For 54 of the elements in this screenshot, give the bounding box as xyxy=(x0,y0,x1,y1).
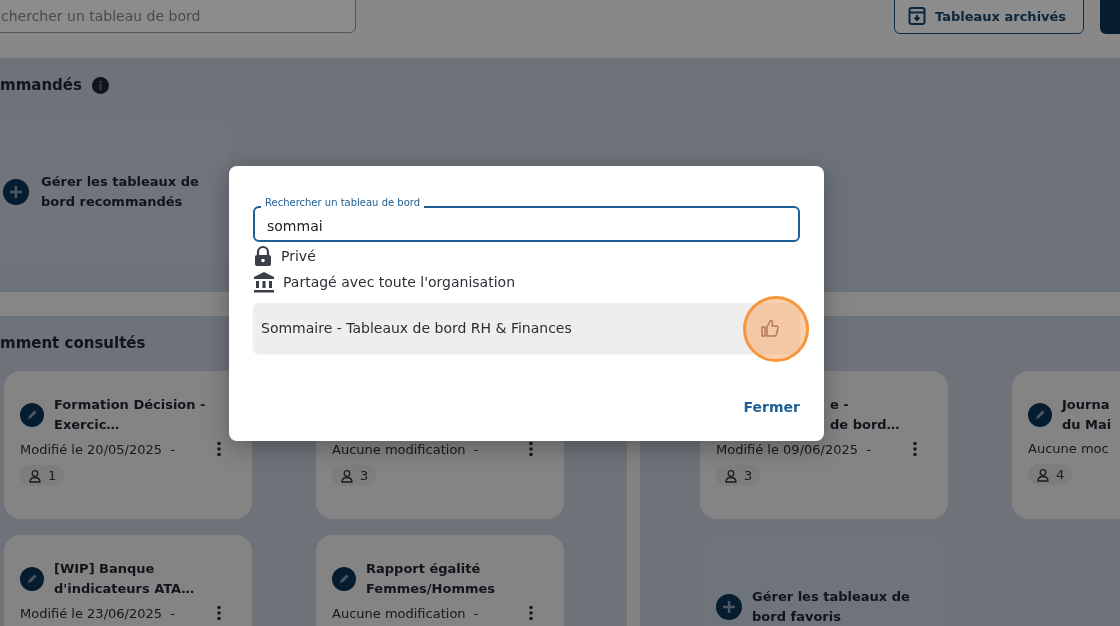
dashboard-card[interactable]: Formation Décision - Exercic… Modifié le 20/05/2025 - 1 xyxy=(4,371,252,519)
thumbs-up-icon xyxy=(760,318,780,338)
field-label: Rechercher un tableau de bord xyxy=(261,196,425,210)
legend-label: Partagé avec toute l'organisation xyxy=(283,274,515,290)
close-button[interactable]: Fermer xyxy=(743,399,800,415)
more-icon[interactable] xyxy=(528,605,534,621)
card-meta: Aucune moc xyxy=(1028,441,1109,456)
archived-dashboards-button[interactable]: Tableaux archivés xyxy=(894,0,1084,34)
card-meta: Modifié le 23/06/2025 - xyxy=(20,605,175,621)
card-meta: Aucune modification - xyxy=(332,605,479,621)
dashboard-card[interactable]: [WIP] Banque d'indicateurs ATA… Modifié le 23/06/2025 - xyxy=(4,535,252,626)
person-icon xyxy=(28,468,42,483)
search-field[interactable]: chercher un tableau de bord xyxy=(0,0,356,33)
pencil-icon xyxy=(1028,403,1052,427)
users-count-chip: 4 xyxy=(1028,464,1073,485)
card-title: Rapport égalité Femmes/Hommes xyxy=(366,560,497,598)
pencil-icon xyxy=(332,567,356,591)
card-title: Formation Décision - Exercic… xyxy=(54,396,207,434)
person-icon xyxy=(724,468,738,483)
card-title: Journa xyxy=(1062,396,1111,414)
dashboard-search-field[interactable]: sommai xyxy=(253,206,800,242)
person-icon xyxy=(1036,467,1050,482)
dashboard-card[interactable]: Journa du Mai Aucune moc 4 xyxy=(1012,371,1120,519)
result-label: Sommaire - Tableaux de bord RH & Finances xyxy=(261,320,572,336)
archive-icon xyxy=(907,6,927,26)
search-result-row[interactable]: Sommaire - Tableaux de bord RH & Finances xyxy=(253,303,800,353)
card-title: e - xyxy=(830,396,850,414)
more-icon[interactable] xyxy=(216,605,222,621)
section-title: mmandés xyxy=(0,76,82,94)
pencil-icon xyxy=(20,403,44,427)
pencil-icon xyxy=(20,567,44,591)
more-icon[interactable] xyxy=(528,441,534,457)
legend-label: Privé xyxy=(281,248,316,264)
plus-icon xyxy=(3,179,29,205)
users-count-chip: 3 xyxy=(332,465,377,486)
person-icon xyxy=(340,468,354,483)
card-meta: Aucune modification - xyxy=(332,441,479,457)
card-title: Gérer les tableaux de xyxy=(752,588,910,606)
bank-icon xyxy=(253,271,275,293)
card-title: de bord… xyxy=(830,416,900,434)
info-icon[interactable] xyxy=(91,76,109,94)
section-title: mment consultés xyxy=(0,334,146,352)
users-count-chip: 3 xyxy=(716,465,761,486)
card-title: du Mai xyxy=(1062,416,1112,434)
card-meta: Modifié le 20/05/2025 - xyxy=(20,441,175,457)
card-title: bord favoris xyxy=(752,608,842,626)
card-meta: Modifié le 09/06/2025 - xyxy=(716,441,871,457)
users-count-chip: 1 xyxy=(20,465,65,486)
plus-icon xyxy=(716,594,742,620)
more-icon[interactable] xyxy=(912,441,918,457)
dashboard-card[interactable]: Rapport égalité Femmes/Hommes Aucune modification - xyxy=(316,535,564,626)
lock-icon xyxy=(253,245,273,267)
more-icon[interactable] xyxy=(216,441,222,457)
card-title: [WIP] Banque d'indicateurs ATA… xyxy=(54,560,196,598)
